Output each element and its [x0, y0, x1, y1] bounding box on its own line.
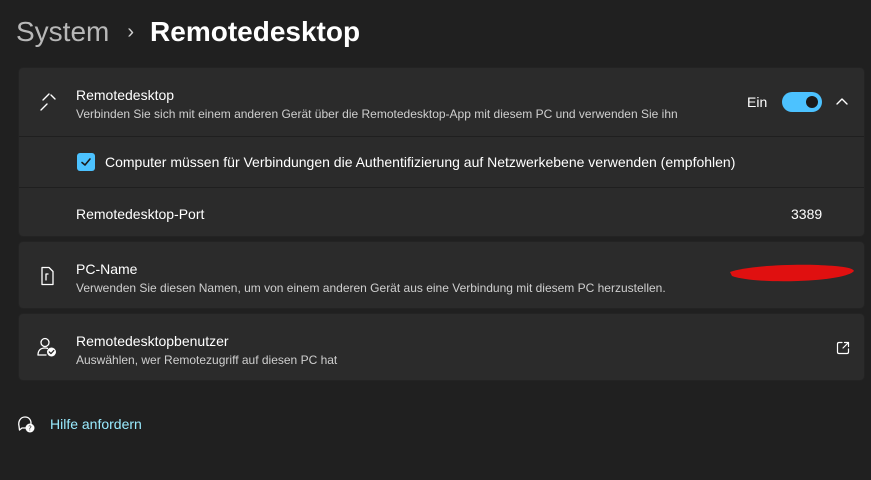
nla-checkbox[interactable] [77, 153, 95, 171]
pc-name-title: PC-Name [76, 261, 138, 277]
nla-row: Computer müssen für Verbindungen die Aut… [19, 136, 864, 187]
pc-name-icon [38, 266, 56, 286]
remote-desktop-subtitle: Verbinden Sie sich mit einem anderen Ger… [76, 107, 678, 121]
breadcrumb: System › Remotedesktop [16, 12, 360, 52]
open-external-icon[interactable] [835, 340, 851, 356]
nla-label[interactable]: Computer müssen für Verbindungen die Aut… [105, 154, 735, 170]
toggle-state-label: Ein [747, 94, 768, 110]
port-value: 3389 [791, 206, 823, 222]
port-row: Remotedesktop-Port 3389 [19, 187, 864, 237]
svg-text:?: ? [28, 425, 32, 433]
help-link-label[interactable]: Hilfe anfordern [50, 416, 142, 432]
breadcrumb-parent-system[interactable]: System [16, 16, 109, 48]
port-label: Remotedesktop-Port [76, 206, 205, 222]
remote-users-row[interactable]: Remotedesktopbenutzer Auswählen, wer Rem… [19, 314, 864, 380]
breadcrumb-separator: › [127, 20, 135, 43]
remote-users-title: Remotedesktopbenutzer [76, 333, 229, 349]
remote-desktop-title: Remotedesktop [76, 87, 175, 103]
help-chat-icon: ? [16, 414, 36, 434]
user-check-icon [36, 336, 58, 358]
remote-desktop-header-row[interactable]: Remotedesktop Verbinden Sie sich mit ein… [19, 68, 864, 136]
remote-users-subtitle: Auswählen, wer Remotezugriff auf diesen … [76, 353, 338, 367]
pc-name-subtitle: Verwenden Sie diesen Namen, um von einem… [76, 281, 666, 295]
remote-users-card[interactable]: Remotedesktopbenutzer Auswählen, wer Rem… [18, 313, 865, 381]
remote-desktop-card: Remotedesktop Verbinden Sie sich mit ein… [18, 67, 865, 237]
chevron-up-icon[interactable] [835, 94, 849, 108]
remote-desktop-toggle[interactable] [782, 92, 822, 112]
help-link[interactable]: ? Hilfe anfordern [16, 414, 142, 434]
redaction-mark [730, 264, 854, 282]
remote-desktop-icon [37, 91, 59, 113]
page-title: Remotedesktop [150, 16, 361, 47]
